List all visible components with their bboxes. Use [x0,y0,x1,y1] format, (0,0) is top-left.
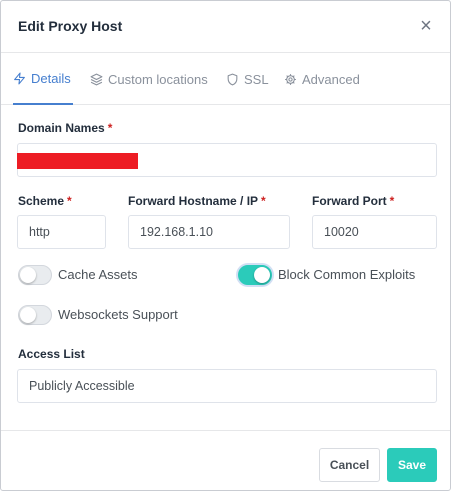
scheme-label: Scheme * [18,194,72,208]
toggle-knob [20,307,36,323]
forward-hostname-label-text: Forward Hostname / IP [128,194,259,208]
domain-names-label-text: Domain Names [18,121,105,135]
block-common-exploits-label: Block Common Exploits [278,267,416,282]
forward-hostname-input[interactable]: 192.168.1.10 [128,215,290,249]
modal-title: Edit Proxy Host [18,18,123,34]
required-mark: * [261,194,266,208]
required-mark: * [107,121,113,135]
tab-bar: Details Custom locations SSL Advanced [1,53,450,105]
tab-ssl-label: SSL [244,71,269,87]
modal-footer: Cancel Save [1,430,450,492]
toggle-knob [254,267,270,283]
scheme-input[interactable]: http [17,215,106,249]
gear-icon [285,73,296,85]
forward-port-label: Forward Port * [312,194,394,208]
forward-hostname-label: Forward Hostname / IP * [128,194,266,208]
layers-icon [90,73,103,85]
forward-port-label-text: Forward Port [312,194,387,208]
domain-names-label: Domain Names * [18,121,112,135]
access-list-select[interactable]: Publicly Accessible [17,369,437,403]
cancel-button[interactable]: Cancel [319,448,380,482]
modal-header: Edit Proxy Host × [1,1,450,53]
bolt-icon [14,72,25,84]
scheme-label-text: Scheme [18,194,65,208]
toggle-knob [20,267,36,283]
required-mark: * [389,194,395,208]
tab-ssl[interactable]: SSL [226,53,269,105]
tab-details-label: Details [31,70,71,86]
access-list-label: Access List [18,347,85,361]
shield-icon [227,73,238,85]
tab-details[interactable]: Details [13,53,73,105]
cache-assets-label: Cache Assets [58,267,138,282]
close-icon[interactable]: × [416,16,436,36]
tab-advanced-label: Advanced [302,71,360,87]
edit-proxy-host-dialog: Edit Proxy Host × Details Custom locatio… [0,0,451,491]
tab-advanced[interactable]: Advanced [284,53,360,105]
redaction-block [17,153,138,169]
tab-custom-locations[interactable]: Custom locations [90,53,208,105]
websockets-support-toggle[interactable] [18,305,52,325]
save-button[interactable]: Save [387,448,437,482]
tab-custom-locations-label: Custom locations [108,71,208,87]
websockets-support-label: Websockets Support [58,307,178,322]
forward-port-input[interactable]: 10020 [312,215,437,249]
block-common-exploits-toggle[interactable] [238,265,272,285]
required-mark: * [67,194,72,208]
cache-assets-toggle[interactable] [18,265,52,285]
